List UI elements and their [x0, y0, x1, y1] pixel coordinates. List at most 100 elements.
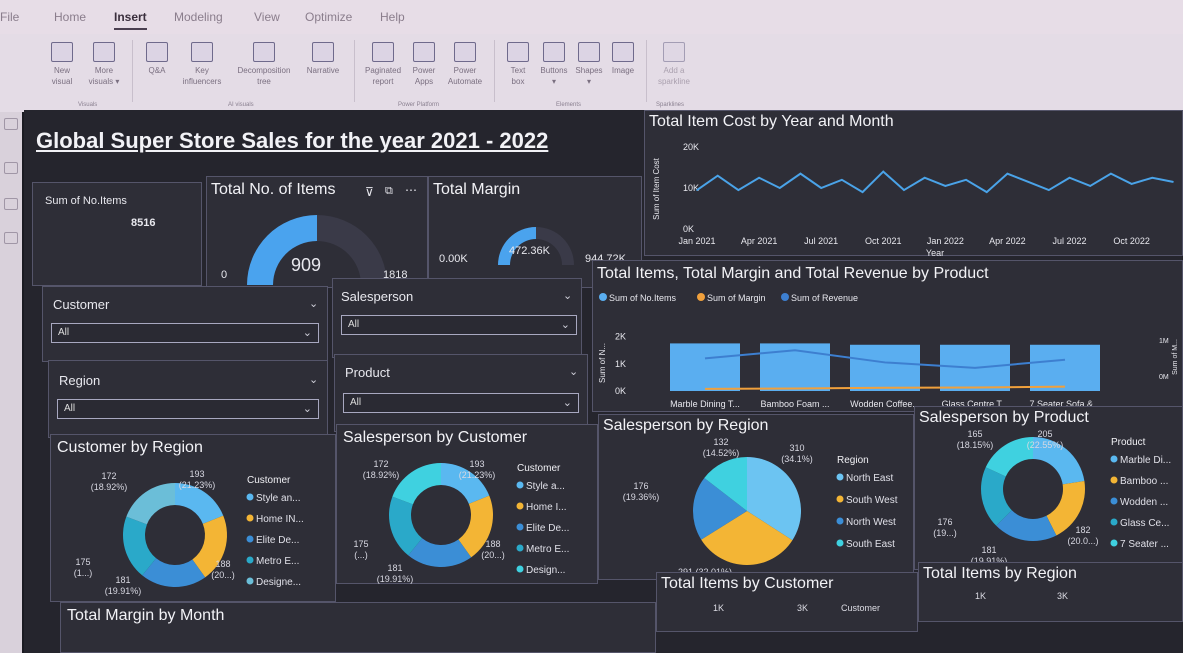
- decomposition-tree-button[interactable]: Decomposition tree: [228, 42, 300, 87]
- tab-help[interactable]: Help: [380, 10, 405, 24]
- region-slicer[interactable]: Region ⌄ All ⌄: [48, 360, 328, 438]
- bar: [850, 344, 920, 391]
- chevron-down-icon[interactable]: ⌄: [309, 373, 318, 386]
- line-chart-panel[interactable]: Total Item Cost by Year and Month 0K 10K 2…: [644, 110, 1183, 257]
- tab-optimize[interactable]: Optimize: [305, 10, 352, 24]
- x-tick-label: Marble Dining T...: [670, 399, 740, 409]
- margin-by-month-panel[interactable]: Total Margin by Month: [60, 602, 656, 653]
- chevron-down-icon[interactable]: ⌄: [309, 297, 318, 310]
- more-visuals-button[interactable]: More visuals ▾: [82, 42, 126, 87]
- tab-home[interactable]: Home: [54, 10, 86, 24]
- more-options-icon[interactable]: ⋯: [405, 183, 417, 197]
- divider: [354, 40, 355, 102]
- button-label: Shapes: [575, 66, 603, 75]
- data-label: (19.91%): [105, 586, 142, 596]
- gauge-title: Total Margin: [433, 181, 521, 198]
- button-label: Decomposition: [237, 66, 291, 75]
- filter-icon[interactable]: ⊽: [365, 185, 374, 199]
- data-point: [1130, 183, 1133, 185]
- button-label: tree: [257, 77, 271, 86]
- add-sparkline-button[interactable]: Add a sparkline: [652, 42, 696, 87]
- slicer-dropdown[interactable]: All ⌄: [51, 323, 319, 343]
- tab-insert[interactable]: Insert: [114, 10, 147, 30]
- data-label: (14.52%): [703, 448, 740, 458]
- salesperson-by-customer-panel[interactable]: Salesperson by Customer Customer Style a.…: [336, 424, 598, 584]
- slicer-dropdown[interactable]: All ⌄: [57, 399, 319, 419]
- y-tick-label: 10K: [683, 183, 699, 193]
- data-point: [923, 176, 926, 179]
- legend-label: Metro E...: [526, 544, 569, 555]
- key-influencers-button[interactable]: Key influencers: [176, 42, 228, 87]
- combo-chart: Sum of No.Items Sum of Margin Sum of Reven…: [598, 293, 1179, 409]
- legend-title: Product: [1111, 437, 1146, 448]
- text-box-button[interactable]: Text box: [500, 42, 536, 87]
- focus-mode-icon[interactable]: ⧉: [385, 185, 393, 198]
- gauge-total-items[interactable]: Total No. of Items ⊽ ⧉ ⋯ 0 909 1818: [206, 176, 428, 288]
- button-label: Paginated: [364, 66, 402, 75]
- new-visual-button[interactable]: New visual: [42, 42, 82, 87]
- group-label: Elements: [556, 102, 582, 108]
- narrative-button[interactable]: Narrative: [300, 42, 346, 76]
- tab-view[interactable]: View: [254, 10, 280, 24]
- legend-marker: [246, 556, 254, 564]
- qna-button[interactable]: Q&A: [138, 42, 176, 76]
- data-label: (21.23%): [459, 470, 496, 480]
- power-automate-button[interactable]: Power Automate: [442, 42, 488, 87]
- chevron-down-icon[interactable]: ⌄: [569, 365, 578, 378]
- legend-marker: [516, 481, 524, 489]
- tab-modeling[interactable]: Modeling: [174, 10, 223, 24]
- legend-marker: [599, 293, 607, 301]
- salesperson-slicer[interactable]: Salesperson ⌄ All ⌄: [332, 278, 582, 358]
- data-label: (18.92%): [91, 482, 128, 492]
- salesperson-by-region-panel[interactable]: Salesperson by Region Region North East So…: [598, 414, 914, 580]
- legend-marker: [836, 495, 844, 503]
- y2-axis-label: Sum of M...: [1172, 339, 1179, 375]
- paginated-report-button[interactable]: Paginated report: [360, 42, 406, 87]
- customer-slicer[interactable]: Customer ⌄ All ⌄: [42, 286, 328, 362]
- influencers-icon: [191, 42, 213, 62]
- page-title: Global Super Store Sales for the year 20…: [36, 128, 549, 153]
- data-label: 205: [1037, 429, 1052, 439]
- power-apps-button[interactable]: Power Apps: [406, 42, 442, 87]
- legend-label: Home I...: [526, 502, 567, 513]
- dax-view-icon[interactable]: [4, 232, 18, 244]
- table-view-icon[interactable]: [4, 162, 18, 174]
- report-view-icon[interactable]: [4, 118, 18, 130]
- chart-title: Total Items by Region: [923, 565, 1077, 582]
- slicer-dropdown[interactable]: All ⌄: [343, 393, 579, 413]
- axis-tick: 3K: [1057, 591, 1069, 601]
- product-slicer[interactable]: Product ⌄ All ⌄: [334, 354, 588, 432]
- salesperson-by-product-panel[interactable]: Salesperson by Product Product Marble Di.…: [914, 406, 1183, 570]
- button-label: Narrative: [306, 66, 340, 75]
- button-label: influencers: [182, 77, 222, 86]
- customer-by-region-panel[interactable]: Customer by Region Customer Style an... Ho…: [50, 434, 336, 602]
- data-point: [778, 187, 781, 189]
- slicer-dropdown[interactable]: All ⌄: [341, 315, 577, 335]
- image-button[interactable]: Image: [606, 42, 640, 76]
- donut-chart: Product Marble Di... Bamboo ... Wodden ... G…: [933, 429, 1171, 566]
- legend-marker: [516, 565, 524, 573]
- shapes-button[interactable]: Shapes ▾: [572, 42, 606, 87]
- data-point: [758, 176, 760, 179]
- y-tick-label: 0K: [683, 224, 694, 234]
- divider: [494, 40, 495, 102]
- button-label: Text: [510, 66, 526, 75]
- data-label: (19...): [933, 528, 957, 538]
- data-label: (19.91%): [377, 574, 414, 584]
- tab-file[interactable]: File: [0, 10, 19, 24]
- tree-icon: [253, 42, 275, 62]
- legend-label: Sum of Margin: [707, 293, 766, 303]
- sum-items-card[interactable]: Sum of No.Items 8516: [32, 182, 202, 286]
- data-point: [861, 191, 864, 193]
- combo-chart-panel[interactable]: Total Items, Total Margin and Total Reve…: [592, 260, 1183, 412]
- x-axis-label: Year: [926, 248, 944, 257]
- items-by-region-panel[interactable]: Total Items by Region 1K 3K: [918, 562, 1183, 622]
- items-by-customer-panel[interactable]: Total Items by Customer 1K 3K Customer: [656, 572, 918, 632]
- data-point: [1151, 176, 1154, 179]
- y-tick-label: 1K: [615, 359, 626, 369]
- model-view-icon[interactable]: [4, 198, 18, 210]
- data-point: [799, 172, 802, 175]
- buttons-button[interactable]: Buttons ▾: [536, 42, 572, 87]
- menu-bar: File Home Insert Modeling View Optimize …: [0, 0, 1183, 34]
- chevron-down-icon[interactable]: ⌄: [563, 289, 572, 302]
